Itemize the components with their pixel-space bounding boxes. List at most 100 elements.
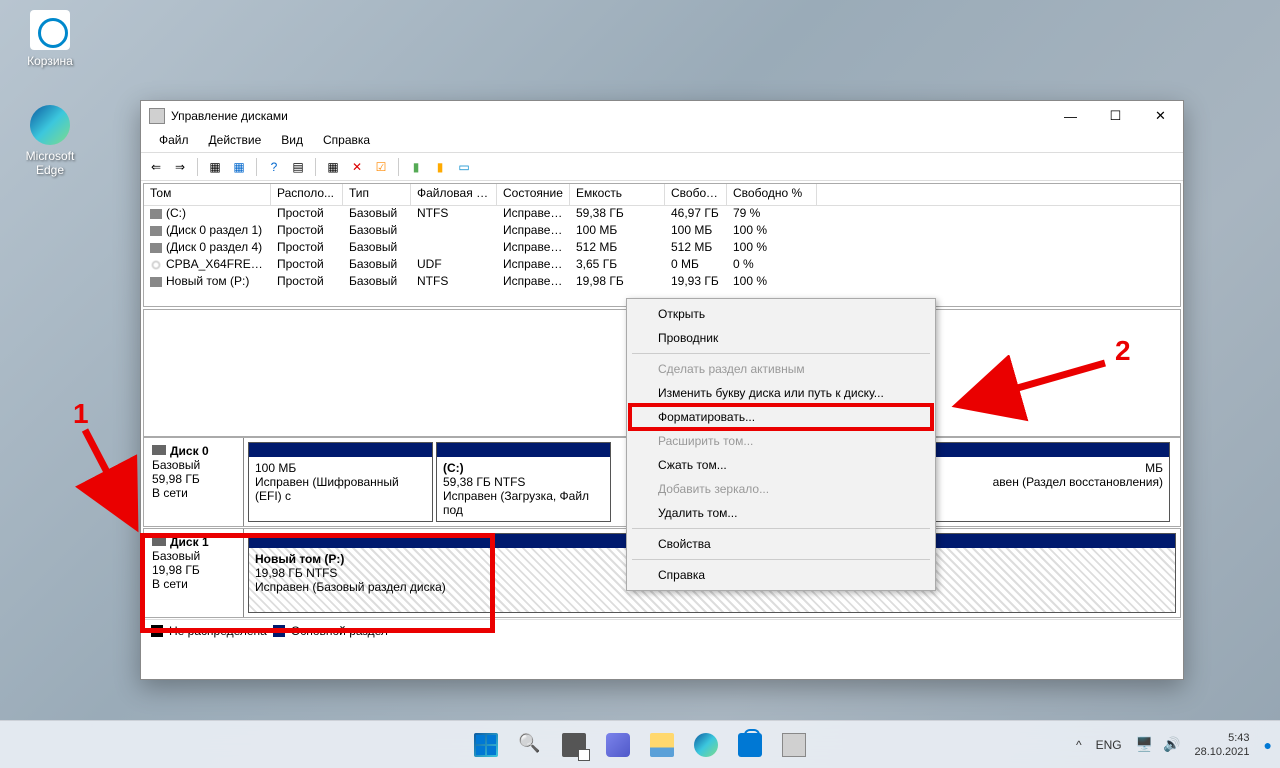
taskbar-taskview[interactable]: [554, 725, 594, 765]
diskmgmt-icon: [782, 733, 806, 757]
col-type[interactable]: Тип: [343, 184, 411, 205]
table-row[interactable]: Новый том (P:)ПростойБазовыйNTFSИсправен…: [144, 274, 1180, 291]
close-button[interactable]: ✕: [1138, 101, 1183, 131]
disk-icon: [152, 445, 166, 455]
cm-shrink[interactable]: Сжать том...: [630, 453, 932, 477]
toolbar-btn-1[interactable]: ▦: [204, 156, 226, 178]
cm-mirror: Добавить зеркало...: [630, 477, 932, 501]
table-row[interactable]: (Диск 0 раздел 1)ПростойБазовыйИсправен.…: [144, 223, 1180, 240]
search-icon: [518, 733, 542, 757]
table-row[interactable]: CPBA_X64FRE_RU-...ПростойБазовыйUDFИспра…: [144, 257, 1180, 274]
col-freepercent[interactable]: Свободно %: [727, 184, 817, 205]
col-status[interactable]: Состояние: [497, 184, 570, 205]
taskbar-store[interactable]: [730, 725, 770, 765]
toolbar-btn-6[interactable]: ▮: [405, 156, 427, 178]
notification-icon[interactable]: ●: [1264, 737, 1272, 753]
annotation-arrow-1: [70, 420, 150, 540]
disk0-part1[interactable]: (C:) 59,38 ГБ NTFS Исправен (Загрузка, Ф…: [436, 442, 611, 522]
annotation-number-1: 1: [73, 398, 89, 430]
disk0-type: Базовый: [152, 458, 235, 472]
menu-file[interactable]: Файл: [149, 131, 199, 152]
table-row[interactable]: (Диск 0 раздел 4)ПростойБазовыйИсправен.…: [144, 240, 1180, 257]
maximize-button[interactable]: ☐: [1093, 101, 1138, 131]
toolbar-delete[interactable]: ✕: [346, 156, 368, 178]
toolbar-btn-2[interactable]: ▦: [228, 156, 250, 178]
col-free[interactable]: Свобод...: [665, 184, 727, 205]
cm-open[interactable]: Открыть: [630, 302, 932, 326]
toolbar-forward[interactable]: ⇒: [169, 156, 191, 178]
taskbar-diskmgmt[interactable]: [774, 725, 814, 765]
chat-icon: [606, 733, 630, 757]
cm-properties[interactable]: Свойства: [630, 532, 932, 556]
volume-icon[interactable]: 🔊: [1163, 736, 1180, 753]
volume-list: Том Располо... Тип Файловая с... Состоян…: [143, 183, 1181, 307]
desktop-icon-edge[interactable]: Microsoft Edge: [15, 105, 85, 177]
col-volume[interactable]: Том: [144, 184, 271, 205]
volume-icon: [150, 209, 162, 219]
tray-clock[interactable]: 5:43 28.10.2021: [1194, 731, 1249, 759]
col-layout[interactable]: Располо...: [271, 184, 343, 205]
windows-icon: [474, 733, 498, 757]
edge-icon: [694, 733, 718, 757]
toolbar: ⇐ ⇒ ▦ ▦ ? ▤ ▦ ✕ ☑ ▮ ▮ ▭: [141, 153, 1183, 181]
volume-icon: [150, 259, 162, 271]
taskbar-search[interactable]: [510, 725, 550, 765]
recycle-bin-label: Корзина: [15, 54, 85, 68]
minimize-button[interactable]: —: [1048, 101, 1093, 131]
volume-icon: [150, 226, 162, 236]
toolbar-btn-8[interactable]: ▭: [453, 156, 475, 178]
system-tray: ^ ENG 🖥️ 🔊 5:43 28.10.2021 ●: [1076, 731, 1272, 759]
disk0-part0[interactable]: 100 МБ Исправен (Шифрованный (EFI) с: [248, 442, 433, 522]
col-capacity[interactable]: Емкость: [570, 184, 665, 205]
disk0-part2[interactable]: МБ авен (Раздел восстановления): [927, 442, 1170, 522]
taskview-icon: [562, 733, 586, 757]
app-icon: [149, 108, 165, 124]
start-button[interactable]: [466, 725, 506, 765]
cm-format[interactable]: Форматировать...: [630, 405, 932, 429]
taskbar: ^ ENG 🖥️ 🔊 5:43 28.10.2021 ●: [0, 720, 1280, 768]
network-icon[interactable]: 🖥️: [1136, 736, 1153, 753]
col-fs[interactable]: Файловая с...: [411, 184, 497, 205]
menu-view[interactable]: Вид: [271, 131, 313, 152]
cm-extend: Расширить том...: [630, 429, 932, 453]
menu-action[interactable]: Действие: [199, 131, 272, 152]
cm-explorer[interactable]: Проводник: [630, 326, 932, 350]
disk0-title: Диск 0: [170, 444, 209, 458]
table-header: Том Располо... Тип Файловая с... Состоян…: [144, 184, 1180, 206]
cm-delete[interactable]: Удалить том...: [630, 501, 932, 525]
annotation-box-1: [140, 533, 495, 633]
menu-help[interactable]: Справка: [313, 131, 380, 152]
volume-icon: [150, 243, 162, 253]
toolbar-help[interactable]: ?: [263, 156, 285, 178]
cm-change-letter[interactable]: Изменить букву диска или путь к диску...: [630, 381, 932, 405]
table-row[interactable]: (C:)ПростойБазовыйNTFSИсправен...59,38 Г…: [144, 206, 1180, 223]
toolbar-btn-5[interactable]: ☑: [370, 156, 392, 178]
cm-help[interactable]: Справка: [630, 563, 932, 587]
store-icon: [738, 733, 762, 757]
volume-table-body: (C:)ПростойБазовыйNTFSИсправен...59,38 Г…: [144, 206, 1180, 306]
context-menu: Открыть Проводник Сделать раздел активны…: [626, 298, 936, 591]
taskbar-chat[interactable]: [598, 725, 638, 765]
recycle-bin-icon: [30, 10, 70, 50]
tray-date: 28.10.2021: [1194, 745, 1249, 759]
tray-time: 5:43: [1194, 731, 1249, 745]
explorer-icon: [650, 733, 674, 757]
taskbar-edge[interactable]: [686, 725, 726, 765]
toolbar-btn-7[interactable]: ▮: [429, 156, 451, 178]
cm-make-active: Сделать раздел активным: [630, 357, 932, 381]
menubar: Файл Действие Вид Справка: [141, 131, 1183, 153]
desktop-icon-recycle-bin[interactable]: Корзина: [15, 10, 85, 68]
taskbar-explorer[interactable]: [642, 725, 682, 765]
disk0-status: В сети: [152, 486, 235, 500]
window-title: Управление дисками: [171, 109, 1048, 123]
toolbar-back[interactable]: ⇐: [145, 156, 167, 178]
edge-icon: [30, 105, 70, 145]
tray-chevron[interactable]: ^: [1076, 738, 1082, 752]
toolbar-btn-4[interactable]: ▦: [322, 156, 344, 178]
disk0-size: 59,98 ГБ: [152, 472, 235, 486]
edge-label: Microsoft Edge: [15, 149, 85, 177]
disk0-info[interactable]: Диск 0 Базовый 59,98 ГБ В сети: [144, 438, 244, 526]
titlebar[interactable]: Управление дисками — ☐ ✕: [141, 101, 1183, 131]
toolbar-btn-3[interactable]: ▤: [287, 156, 309, 178]
tray-language[interactable]: ENG: [1096, 738, 1122, 752]
